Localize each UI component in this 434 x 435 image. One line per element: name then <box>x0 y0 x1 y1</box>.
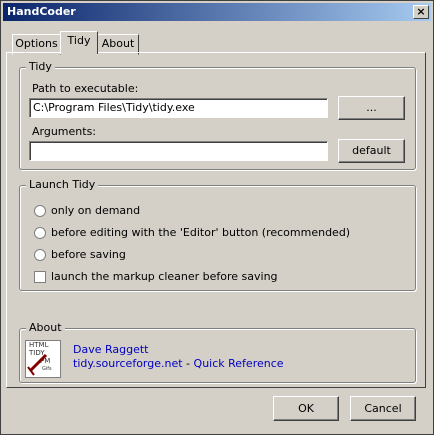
window-title: HandCoder <box>7 5 76 18</box>
tidy-logo: HTML TIDY PM Gifs <box>25 340 61 378</box>
radio-on-demand[interactable] <box>34 205 46 217</box>
tab-about-label: About <box>101 37 135 50</box>
radio-before-editing[interactable] <box>34 227 46 239</box>
cleaner-checkbox[interactable] <box>34 271 46 283</box>
cleaner-checkbox-label: launch the markup cleaner before saving <box>51 270 278 283</box>
arguments-label: Arguments: <box>32 125 97 138</box>
about-links-row: tidy.sourceforge.net - Quick Reference <box>73 357 284 370</box>
tab-options-label: Options <box>15 37 58 50</box>
broom-icon <box>27 353 48 376</box>
browse-button[interactable]: ... <box>338 96 405 120</box>
tidy-group: Tidy Path to executable: C:\Program File… <box>19 60 416 170</box>
cancel-button[interactable]: Cancel <box>350 396 416 421</box>
ok-button[interactable]: OK <box>273 396 339 421</box>
close-icon: × <box>416 5 426 18</box>
path-input[interactable]: C:\Program Files\Tidy\tidy.exe <box>29 98 328 118</box>
launch-group-legend: Launch Tidy <box>26 178 99 191</box>
arguments-input[interactable] <box>29 141 328 161</box>
tab-tidy-label: Tidy <box>67 34 91 47</box>
radio-before-saving-label: before saving <box>51 248 126 261</box>
author-link[interactable]: Dave Raggett <box>73 343 149 356</box>
default-button[interactable]: default <box>338 139 405 163</box>
site-link[interactable]: tidy.sourceforge.net <box>73 357 183 370</box>
about-group: About HTML TIDY PM Gifs Dave Raggett tid… <box>19 321 416 383</box>
title-bar[interactable]: HandCoder × <box>3 3 431 21</box>
radio-before-editing-label: before editing with the 'Editor' button … <box>51 226 351 239</box>
path-label: Path to executable: <box>32 82 139 95</box>
tab-panel: Tidy Path to executable: C:\Program File… <box>6 52 426 388</box>
dialog-window: HandCoder × Options Tidy About Tidy Path… <box>0 0 434 435</box>
quick-reference-link[interactable]: Quick Reference <box>194 357 284 370</box>
about-group-legend: About <box>26 321 65 334</box>
close-button[interactable]: × <box>413 5 429 19</box>
launch-tidy-group: Launch Tidy only on demand before editin… <box>19 178 416 291</box>
tab-tidy[interactable]: Tidy <box>60 31 98 54</box>
radio-on-demand-label: only on demand <box>51 204 141 217</box>
radio-before-saving[interactable] <box>34 249 46 261</box>
tidy-group-legend: Tidy <box>26 60 55 73</box>
links-separator: - <box>182 357 194 370</box>
